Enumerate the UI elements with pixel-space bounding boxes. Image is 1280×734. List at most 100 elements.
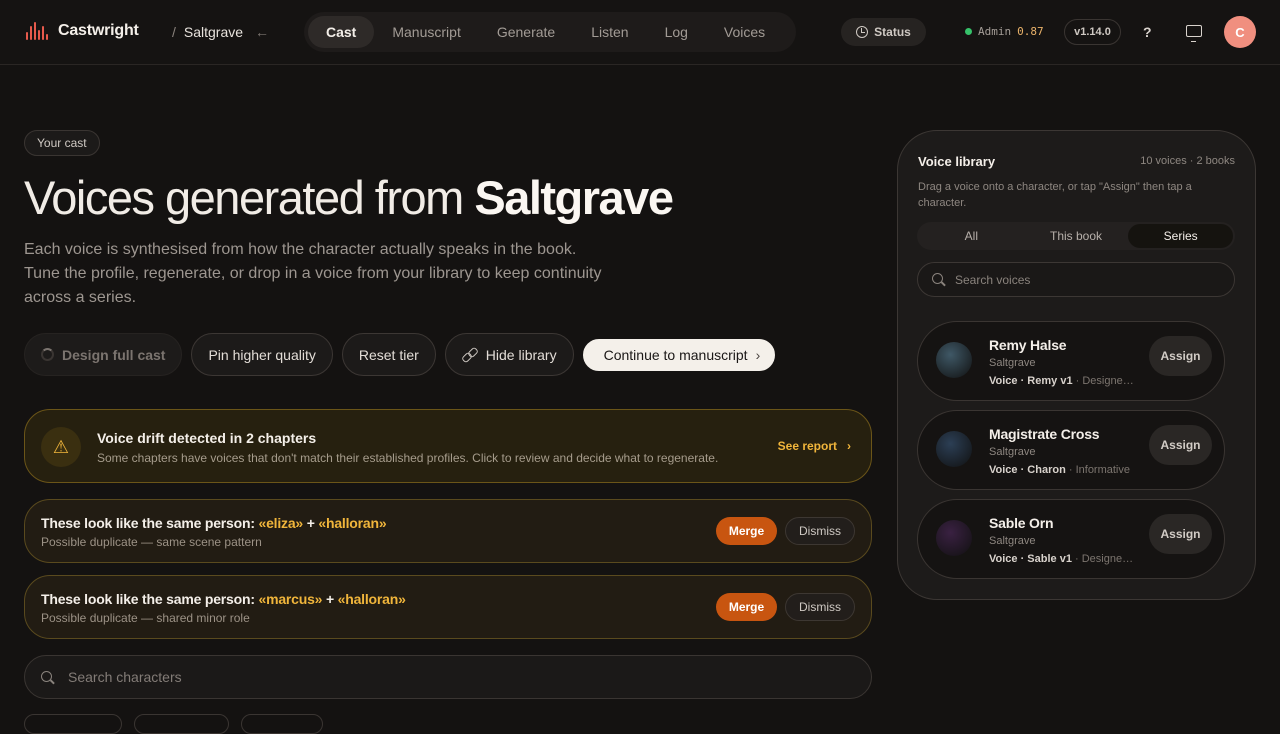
duplicate-subtitle: Possible duplicate — same scene pattern: [41, 535, 262, 549]
title-book: Saltgrave: [474, 171, 674, 224]
chevron-right-icon: ›: [847, 439, 851, 453]
version-badge[interactable]: v1.14.0: [1064, 19, 1121, 45]
voice-name: Remy Halse: [989, 337, 1067, 353]
tab-generate[interactable]: Generate: [479, 16, 573, 48]
waveform-logo-icon: [26, 22, 48, 40]
admin-value: 0.87: [1017, 25, 1044, 38]
duplicate-subtitle: Possible duplicate — shared minor role: [41, 611, 250, 625]
voice-name: Sable Orn: [989, 515, 1054, 531]
clock-icon: [856, 26, 869, 38]
voice-book: Saltgrave: [989, 535, 1036, 547]
filter-chip[interactable]: [241, 714, 323, 734]
pin-higher-quality-button[interactable]: Pin higher quality: [191, 333, 333, 376]
warning-icon: ⚠: [41, 427, 81, 467]
voice-detail: Voice · Charon · Informative: [989, 464, 1139, 476]
tab-voices[interactable]: Voices: [706, 16, 783, 48]
voice-extra: · Designed ...: [1072, 375, 1139, 387]
help-icon[interactable]: ?: [1143, 24, 1152, 40]
section-chip: Your cast: [24, 130, 100, 156]
tab-manuscript[interactable]: Manuscript: [374, 16, 478, 48]
duplicate-plus: +: [322, 591, 338, 607]
breadcrumb-separator: /: [172, 24, 176, 40]
library-title: Voice library: [918, 154, 996, 169]
character-search-placeholder: Search characters: [68, 669, 182, 685]
voice-book: Saltgrave: [989, 446, 1036, 458]
drift-subtitle: Some chapters have voices that don't mat…: [97, 451, 719, 465]
voice-card[interactable]: Sable Orn Saltgrave Voice · Sable v1 · D…: [917, 499, 1225, 579]
page-subtitle: Each voice is synthesised from how the c…: [24, 241, 602, 306]
voice-detail: Voice · Remy v1 · Designed ...: [989, 375, 1139, 387]
brand[interactable]: Castwright: [26, 22, 139, 40]
top-bar: Castwright / Saltgrave ← Cast Manuscript…: [0, 0, 1280, 65]
voice-search-input[interactable]: Search voices: [917, 262, 1235, 297]
library-tab-all[interactable]: All: [919, 224, 1024, 248]
filter-chips: [24, 714, 323, 734]
duplicate-name-a: «eliza»: [258, 515, 304, 531]
duplicate-title: These look like the same person: «marcus…: [41, 591, 406, 607]
tab-listen[interactable]: Listen: [573, 16, 646, 48]
title-prefix: Voices generated from: [24, 171, 475, 224]
duplicate-name-a: «marcus»: [258, 591, 323, 607]
merge-button[interactable]: Merge: [716, 593, 777, 621]
duplicate-prefix: These look like the same person:: [41, 591, 259, 607]
duplicate-title: These look like the same person: «eliza»…: [41, 515, 387, 531]
library-tab-this-book[interactable]: This book: [1024, 224, 1129, 248]
duplicate-alert: These look like the same person: «marcus…: [24, 575, 872, 639]
voice-book: Saltgrave: [989, 357, 1036, 369]
continue-to-manuscript-button[interactable]: Continue to manuscript ›: [582, 338, 776, 371]
dismiss-button[interactable]: Dismiss: [785, 593, 855, 621]
see-report-link[interactable]: See report ›: [778, 439, 851, 453]
character-search-input[interactable]: Search characters: [24, 655, 872, 699]
hide-library-button[interactable]: Hide library: [444, 333, 574, 376]
breadcrumb: / Saltgrave ←: [172, 24, 269, 40]
voice-id: Voice · Remy v1: [989, 375, 1073, 387]
voice-card[interactable]: Remy Halse Saltgrave Voice · Remy v1 · D…: [917, 321, 1225, 401]
design-full-cast-label: Design full cast: [62, 346, 166, 363]
status-button[interactable]: Status: [841, 18, 926, 46]
merge-button[interactable]: Merge: [716, 517, 777, 545]
search-icon: [932, 273, 945, 286]
reset-tier-button[interactable]: Reset tier: [341, 333, 436, 376]
assign-button[interactable]: Assign: [1149, 336, 1212, 376]
monitor-icon[interactable]: [1186, 25, 1202, 42]
search-icon: [41, 670, 54, 684]
assign-button[interactable]: Assign: [1149, 514, 1212, 554]
link-icon: [462, 347, 478, 363]
avatar[interactable]: C: [1224, 16, 1256, 48]
tab-log[interactable]: Log: [647, 16, 706, 48]
voice-id: Voice · Charon: [989, 464, 1066, 476]
voice-search-placeholder: Search voices: [955, 272, 1031, 287]
page-title: Voices generated from Saltgrave: [24, 170, 674, 225]
library-meta: 10 voices · 2 books: [1140, 155, 1235, 167]
status-label: Status: [874, 25, 911, 39]
admin-indicator: Admin 0.87: [965, 25, 1044, 38]
duplicate-plus: +: [303, 515, 319, 531]
dismiss-button[interactable]: Dismiss: [785, 517, 855, 545]
voice-drift-alert[interactable]: ⚠ Voice drift detected in 2 chapters Som…: [24, 409, 872, 483]
filter-chip[interactable]: [134, 714, 229, 734]
app-name: Castwright: [58, 22, 139, 39]
back-arrow-icon[interactable]: ←: [255, 24, 269, 40]
voice-avatar: [936, 342, 972, 378]
voice-id: Voice · Sable v1: [989, 553, 1072, 565]
voice-name: Magistrate Cross: [989, 426, 1100, 442]
admin-label: Admin: [978, 25, 1012, 38]
voice-card[interactable]: Magistrate Cross Saltgrave Voice · Charo…: [917, 410, 1225, 490]
library-hint: Drag a voice onto a character, or tap "A…: [918, 181, 1192, 209]
tab-cast[interactable]: Cast: [308, 16, 375, 48]
continue-label: Continue to manuscript: [603, 346, 748, 363]
voice-avatar: [936, 520, 972, 556]
design-full-cast-button[interactable]: Design full cast: [24, 333, 183, 376]
voice-avatar: [936, 431, 972, 467]
breadcrumb-book[interactable]: Saltgrave: [184, 24, 243, 40]
assign-button[interactable]: Assign: [1149, 425, 1212, 465]
library-tab-series[interactable]: Series: [1128, 224, 1234, 248]
filter-chip[interactable]: [24, 714, 122, 734]
hide-library-label: Hide library: [485, 346, 557, 363]
duplicate-prefix: These look like the same person:: [41, 515, 259, 531]
voice-library-panel: Voice library 10 voices · 2 books Drag a…: [897, 130, 1256, 600]
voice-detail: Voice · Sable v1 · Designed ...: [989, 553, 1139, 565]
main-nav: Cast Manuscript Generate Listen Log Voic…: [304, 12, 796, 52]
library-tabs: All This book Series: [917, 222, 1235, 250]
voice-extra: · Informative: [1065, 464, 1130, 476]
